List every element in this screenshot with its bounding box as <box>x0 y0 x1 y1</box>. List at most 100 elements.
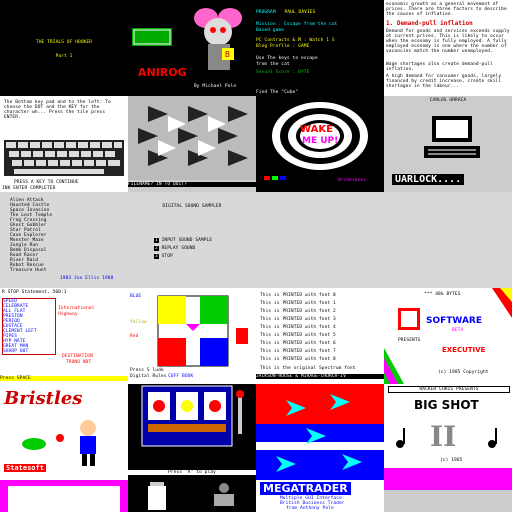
fruit-caption: Press 'A' to play <box>128 470 256 475</box>
stop-side2: Highway <box>58 312 78 317</box>
menu-list: Alien Attack Haunted Castle Space Invasi… <box>10 198 52 273</box>
bristles-brand: Statesoft <box>4 464 46 472</box>
tile-fonts[interactable]: This is PRINTED with font 0 This is PRIN… <box>256 288 384 384</box>
birds-pattern-icon <box>256 384 384 480</box>
sampler-option[interactable]: 3 STOP <box>154 254 173 259</box>
tile-bristles[interactable]: Bristles Statesoft <box>0 384 128 480</box>
tile-software[interactable]: *** 48k BYTES SOFTWARE BETA PRESENTS EXE… <box>384 288 512 384</box>
font-line: This is PRINTED with font 8 <box>260 357 336 362</box>
program-value: PAUL DAVIES <box>284 10 316 15</box>
tile-birds[interactable] <box>256 384 384 480</box>
font-line: This is PRINTED with font 3 <box>260 317 336 322</box>
sampler-label: REPLAY SOUND <box>161 246 196 251</box>
keyboard-footer1: PRESS A KEY TO CONTINUE <box>14 180 79 185</box>
sampler-key: 3 <box>154 254 159 259</box>
keyboard-intro: The Bottom key pad and to the left: To c… <box>4 100 111 120</box>
tile-stop-statement[interactable]: R STOP Statement, 500:1 SPEED CELEBRATE … <box>0 288 128 384</box>
trials-title: THE TRIALS OF HOOKER <box>35 40 93 45</box>
bigshot-footer: (c) 1985 <box>440 458 463 463</box>
tile-wake-me-up[interactable]: WAKE ME UP! Bridesbees <box>256 96 384 192</box>
article-intro: economic growth as a general movement of… <box>386 2 507 17</box>
slot-machine-icon <box>141 385 244 447</box>
credits-line1: Mission : Escape from the cat <box>256 22 338 27</box>
stop-dest-value: TRUNO NDT <box>66 360 92 365</box>
ludo-bottom3: CUFF BOOK <box>168 374 194 379</box>
fonts-footer2: JACKSON-HOUSE & MIRAGE-CHURCH-IV <box>256 374 384 379</box>
ludo-label2: Yellow <box>130 320 147 325</box>
music-notes-icon <box>384 428 512 480</box>
tile-camera[interactable] <box>128 480 256 512</box>
sampler-label: STOP <box>161 254 173 259</box>
software-top: *** 48k BYTES <box>424 292 461 297</box>
fonts-footer1: This is the original Spectrum font <box>260 366 356 371</box>
escher-fish-icon <box>128 96 256 180</box>
credits-line4: Blog Proflle : GAME <box>256 44 310 49</box>
font-line: This is PRINTED with font 1 <box>260 301 336 306</box>
tile-trials-title[interactable]: THE TRIALS OF HOOKER Part 1 <box>0 0 128 96</box>
font-line: This is PRINTED with font 6 <box>260 341 336 346</box>
magenta-panel <box>8 486 120 512</box>
screenshot-grid: THE TRIALS OF HOOKER Part 1 B ANIROG By … <box>0 0 512 512</box>
tile-escher[interactable]: FILENAME? IN TO QUIT? <box>128 96 256 192</box>
tile-credits[interactable]: PROGRAM PAUL DAVIES Mission : Escape fro… <box>256 0 384 96</box>
tile-menu[interactable]: Alien Attack Haunted Castle Space Invasi… <box>0 192 128 288</box>
tile-sampler[interactable]: DIGITAL SOUND SAMPLER 1 INPUT SOUND SAMP… <box>128 192 256 288</box>
sampler-key: 2 <box>154 246 159 251</box>
font-line: This is PRINTED with font 0 <box>260 293 336 298</box>
software-presents: PRESENTS <box>398 338 421 343</box>
wake-line2: ME UP! <box>302 136 339 146</box>
credits-line2: Based game <box>256 28 285 33</box>
ludo-bottom1: Press S ludo <box>130 368 164 373</box>
keyboard-footer2: INK ENTER COMPLETED <box>2 186 56 191</box>
software-product: EXECUTIVE <box>442 346 486 354</box>
tile-megatrader[interactable]: MEGATRADER Multiple GUI Interface Britis… <box>256 480 384 512</box>
stop-side1: International <box>58 306 95 311</box>
credits-line7: Sexual Score : BYTE <box>256 70 310 75</box>
sampler-label: INPUT SOUND SAMPLE <box>161 238 213 243</box>
article-body2: Wage shortages also create demand-pull i… <box>386 62 493 72</box>
tile-article[interactable]: economic growth as a general movement of… <box>384 0 512 96</box>
uarlock-name: UARLOCK.... <box>392 174 465 185</box>
stop-header: R STOP Statement, 500:1 <box>2 290 67 295</box>
escher-caption: FILENAME? IN TO QUIT? <box>128 182 256 187</box>
menu-item[interactable]: Treasure Hunt <box>10 268 52 273</box>
tile-magenta <box>0 480 128 512</box>
credits-line3: PC Contracts & M : Watch 1 S <box>256 38 335 43</box>
sampler-option[interactable]: 1 INPUT SOUND SAMPLE <box>154 238 212 243</box>
tile-uarlock[interactable]: CARLOS URRACA UARLOCK.... <box>384 96 512 192</box>
stop-row[interactable]: SHARP OUT <box>3 349 55 354</box>
credits-line5: Use The keys to escape <box>256 56 318 61</box>
wake-line1: WAKE <box>300 124 333 135</box>
anirog-logo: ANIROG <box>138 66 187 79</box>
svg-text:B: B <box>225 50 230 59</box>
ludo-bottom2: Digital Rules <box>130 374 167 379</box>
article-heading: 1. Demand-pull inflation <box>386 20 473 27</box>
ludo-label3: Red <box>130 334 139 339</box>
tile-blank-grey-2 <box>384 192 512 288</box>
tile-anirog[interactable]: B ANIROG By Michael Pole <box>128 0 256 96</box>
tile-big-shot[interactable]: HACKER CHRIS PRESENTS BIG SHOT II (c) 19… <box>384 384 512 480</box>
camera-icon <box>148 482 234 510</box>
sampler-option[interactable]: 2 REPLAY SOUND <box>154 246 195 251</box>
stop-dest-label: DESTINATION <box>62 354 93 359</box>
anirog-byline: By Michael Pole <box>194 84 237 89</box>
mega-line3: from Anthony Pole <box>286 506 334 511</box>
stop-list: SPEED CELEBRATE ALL FLAT PRESTON PERIOD … <box>2 298 56 355</box>
mouse-character-icon: B <box>132 8 242 70</box>
tile-ludo[interactable]: BLUE Yellow Red Press S ludo Digital Rul… <box>128 288 256 384</box>
font-line: This is PRINTED with font 7 <box>260 349 336 354</box>
font-line: This is PRINTED with font 2 <box>260 309 336 314</box>
tile-keyboard[interactable]: The Bottom key pad and to the left: To c… <box>0 96 128 192</box>
software-copyright: (c) 1985 Copyright <box>438 370 489 375</box>
grey-end-stripe <box>384 480 512 490</box>
credits-line6: from the cat <box>256 62 290 67</box>
stop-footer[interactable]: Press SPACE <box>0 376 128 381</box>
font-line: This is PRINTED with font 4 <box>260 325 336 330</box>
font-line: This is PRINTED with font 5 <box>260 333 336 338</box>
tile-fruit-machine[interactable]: Press 'A' to play <box>128 384 256 480</box>
wake-tag: Bridesbees <box>338 178 367 183</box>
program-label: PROGRAM <box>256 10 276 15</box>
article-body: Demand for goods and services exceeds su… <box>386 29 510 54</box>
tile-grey-end <box>384 480 512 512</box>
credits-line8: Find The "Cube" <box>256 90 299 95</box>
